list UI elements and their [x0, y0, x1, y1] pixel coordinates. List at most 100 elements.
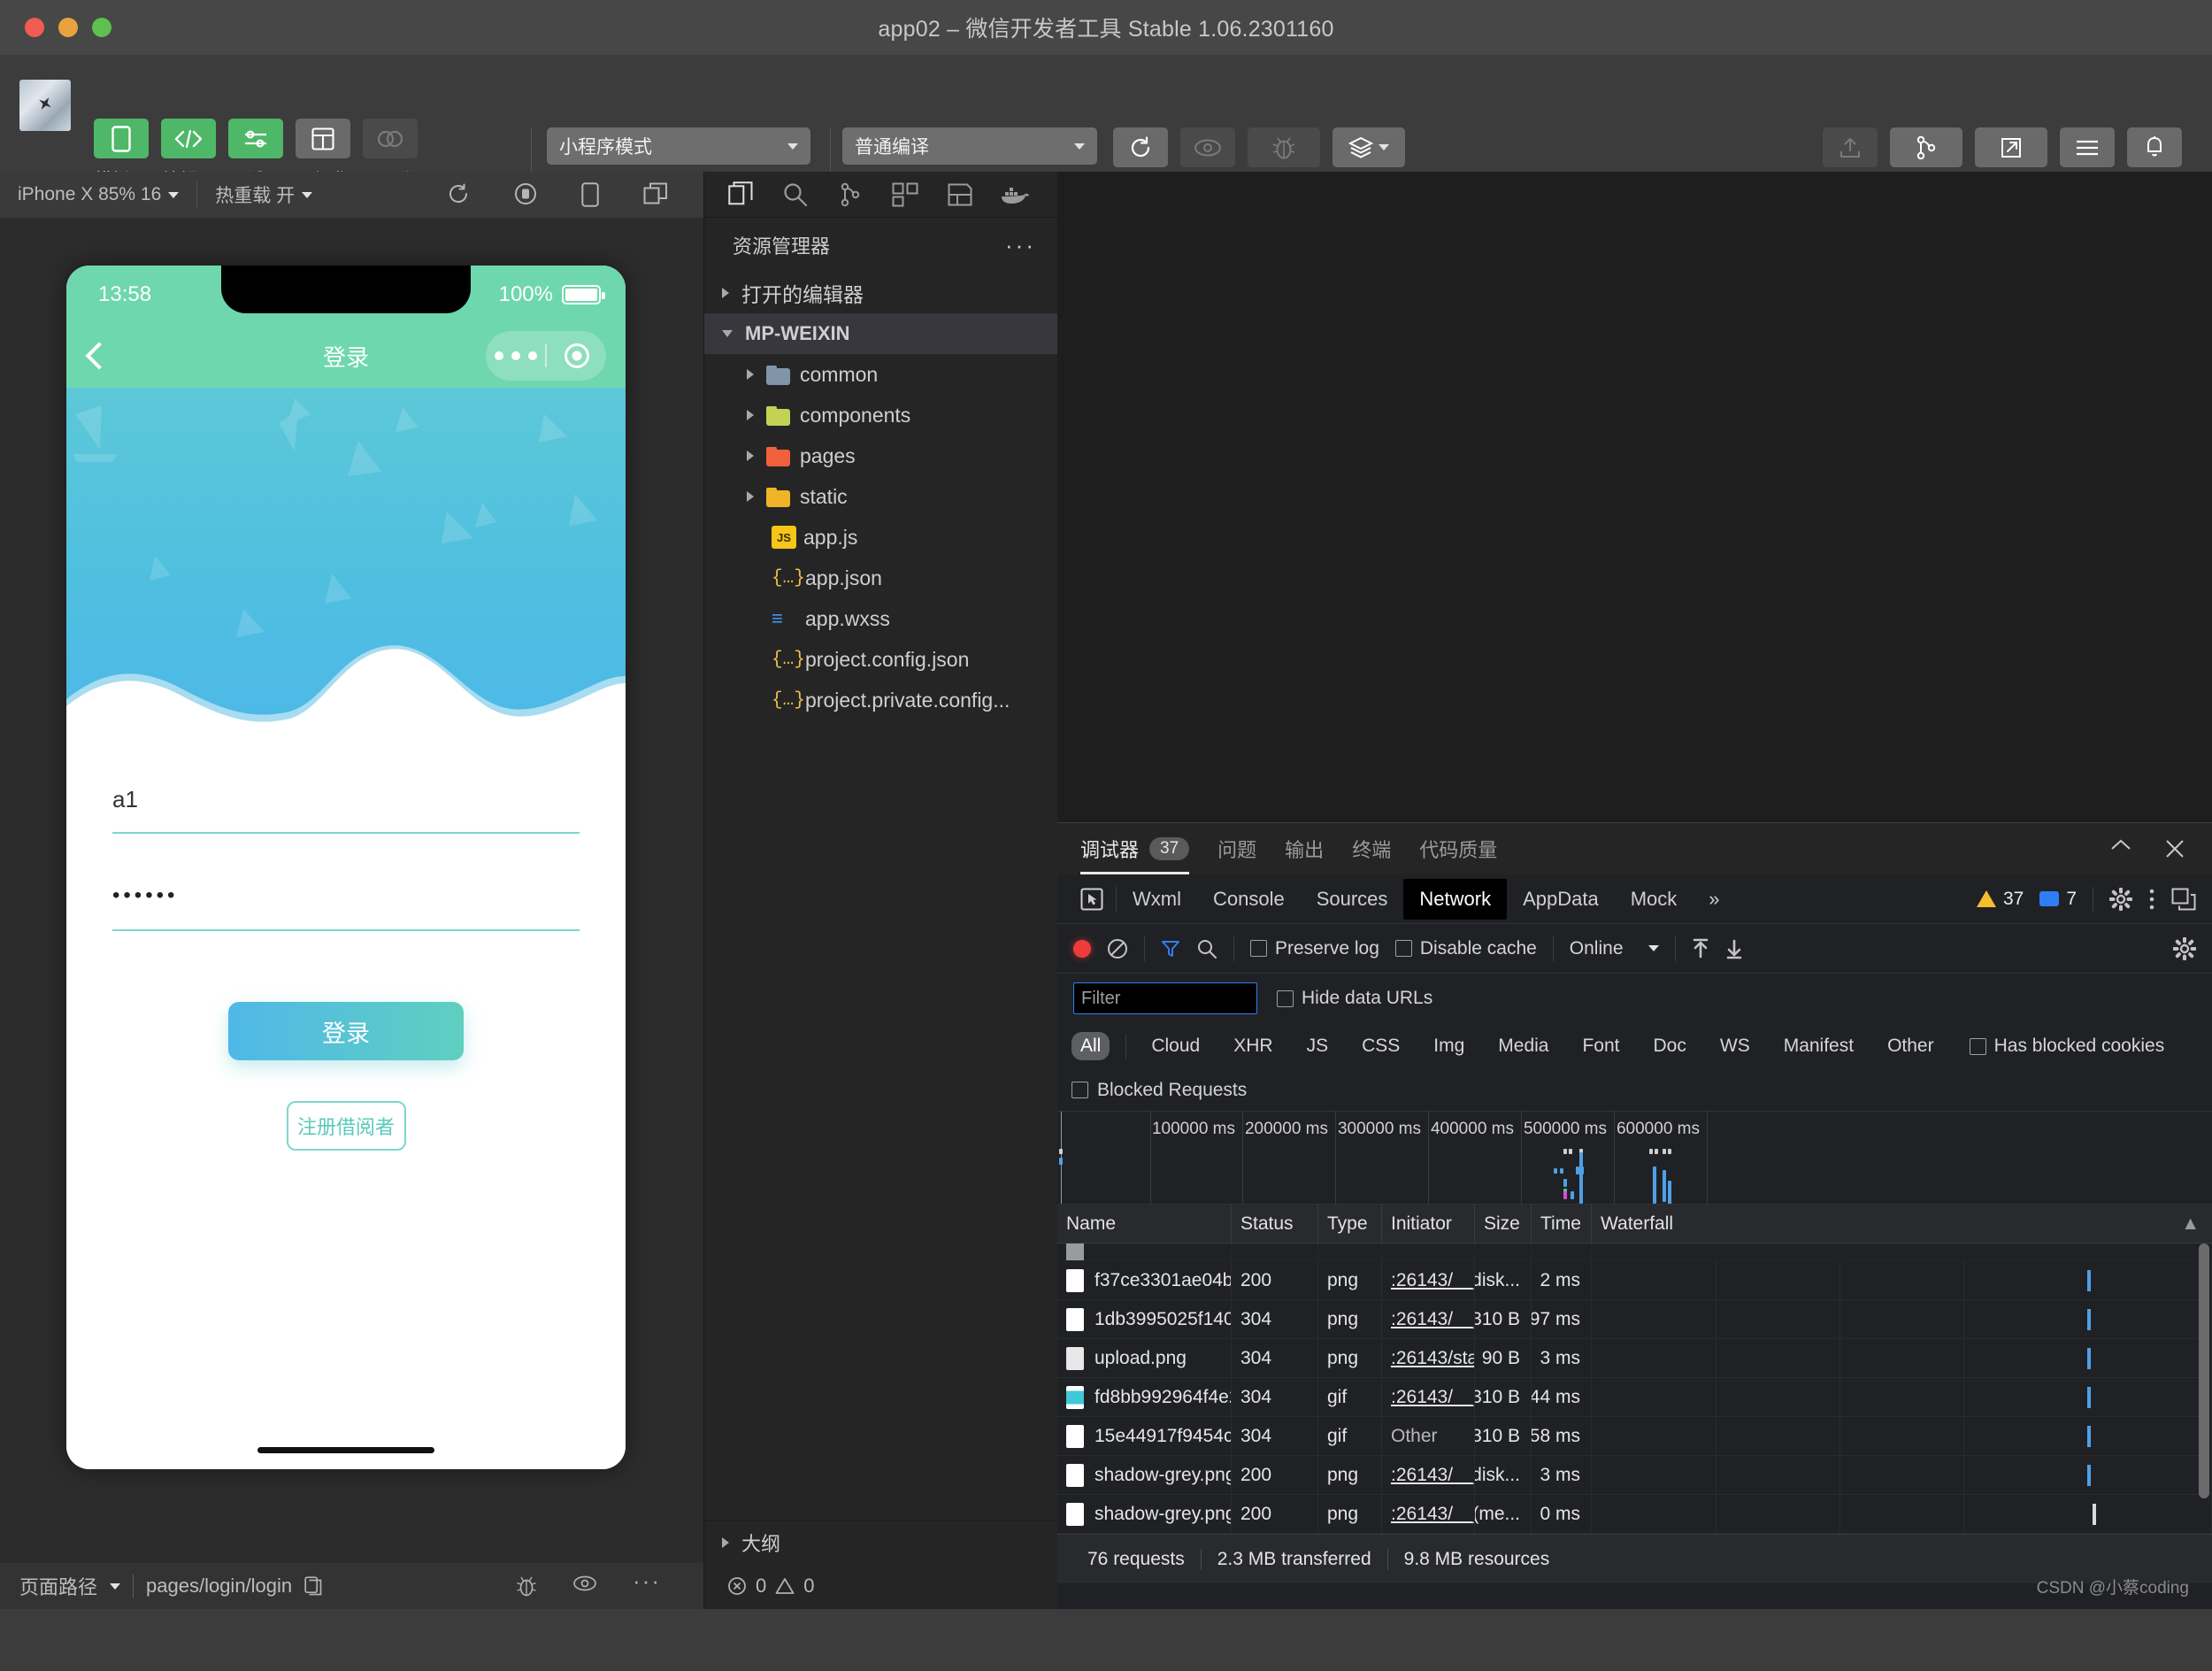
collapse-icon[interactable] [2109, 838, 2132, 859]
device-icon[interactable] [581, 182, 599, 207]
password-field[interactable]: •••••• [112, 834, 580, 931]
disable-cache-checkbox[interactable]: Disable cache [1394, 938, 1537, 959]
inspect-element-icon[interactable] [1068, 879, 1116, 920]
devtools-tab-wxml[interactable]: Wxml [1117, 879, 1197, 920]
type-filter-xhr[interactable]: XHR [1225, 1032, 1281, 1060]
table-row[interactable]: 15e44917f9454ced9a9... 304 gif Other 310… [1057, 1416, 2212, 1456]
register-button[interactable]: 注册借阅者 [286, 1101, 406, 1151]
warning-icon[interactable] [775, 1577, 795, 1595]
dock-icon[interactable] [2171, 888, 2196, 911]
request-initiator[interactable]: :26143/__p... [1391, 1465, 1474, 1486]
network-timeline-overview[interactable]: 100000 ms 200000 ms 300000 ms 400000 ms … [1057, 1112, 2212, 1205]
table-body[interactable]: f37ce3301ae04b20b8b... 200 png :26143/__… [1057, 1244, 2212, 1534]
file-row-static[interactable]: static [704, 476, 1057, 517]
record-icon[interactable] [514, 182, 537, 207]
file-row-app-json[interactable]: {…} app.json [704, 558, 1057, 598]
device-select[interactable]: iPhone X 85% 16 [0, 172, 196, 218]
warning-counter[interactable]: 37 [1976, 889, 2024, 910]
mode-select[interactable]: 小程序模式 [547, 127, 810, 165]
table-row[interactable]: fd8bb992964f4e2d844... 304 gif :26143/__… [1057, 1377, 2212, 1417]
preserve-log-checkbox[interactable]: Preserve log [1250, 938, 1379, 959]
column-header-type[interactable]: Type [1318, 1204, 1382, 1244]
clear-icon[interactable] [1107, 938, 1128, 959]
filter-input[interactable]: Filter [1073, 982, 1257, 1014]
username-field[interactable]: a1 [112, 736, 580, 834]
file-row-app-wxss[interactable]: ≡ app.wxss [704, 598, 1057, 639]
table-row[interactable]: shadow-grey.png 200 png :26143/__p... (d… [1057, 1455, 2212, 1495]
search-icon[interactable] [1196, 938, 1217, 959]
file-row-pages[interactable]: pages [704, 435, 1057, 476]
type-filter-cloud[interactable]: Cloud [1142, 1032, 1209, 1060]
tab-output[interactable]: 输出 [1285, 823, 1324, 874]
column-header-initiator[interactable]: Initiator [1382, 1204, 1475, 1244]
file-row-app-js[interactable]: JS app.js [704, 517, 1057, 558]
table-row[interactable]: shadow-grey.png 200 png :26143/__p... (m… [1057, 1494, 2212, 1534]
record-icon[interactable] [1073, 939, 1091, 958]
column-header-size[interactable]: Size [1475, 1204, 1532, 1244]
table-row[interactable]: f37ce3301ae04b20b8b... 200 png :26143/__… [1057, 1260, 2212, 1300]
blocked-requests-checkbox[interactable]: Blocked Requests [1057, 1069, 2212, 1112]
type-filter-media[interactable]: Media [1489, 1032, 1557, 1060]
filter-icon[interactable] [1161, 939, 1180, 959]
column-header-time[interactable]: Time [1532, 1204, 1592, 1244]
compile-select[interactable]: 普通编译 [842, 127, 1097, 165]
request-initiator[interactable]: :26143/__p... [1391, 1504, 1474, 1525]
type-filter-doc[interactable]: Doc [1645, 1032, 1695, 1060]
devtools-tab-more[interactable]: » [1693, 879, 1735, 920]
more-icon[interactable] [486, 351, 545, 360]
request-initiator[interactable]: Other [1391, 1426, 1438, 1447]
minimize-window-button[interactable] [58, 18, 78, 37]
windows-icon[interactable] [643, 182, 668, 207]
explorer-more-icon[interactable]: ··· [1005, 232, 1036, 259]
maximize-window-button[interactable] [92, 18, 111, 37]
type-filter-all[interactable]: All [1071, 1032, 1110, 1060]
tab-debugger[interactable]: 调试器 37 [1080, 823, 1190, 874]
error-icon[interactable] [727, 1576, 747, 1596]
explorer-section-open-editors[interactable]: 打开的编辑器 [704, 273, 1057, 313]
import-har-icon[interactable] [1692, 938, 1709, 959]
type-filter-other[interactable]: Other [1878, 1032, 1943, 1060]
layout-icon[interactable] [933, 172, 987, 218]
type-filter-ws[interactable]: WS [1711, 1032, 1759, 1060]
type-filter-img[interactable]: Img [1425, 1032, 1473, 1060]
export-har-icon[interactable] [1725, 938, 1743, 959]
search-icon[interactable] [768, 172, 823, 218]
tab-terminal[interactable]: 终端 [1352, 823, 1391, 874]
devtools-tab-console[interactable]: Console [1197, 879, 1301, 920]
request-initiator[interactable]: :26143/__p... [1391, 1387, 1474, 1408]
refresh-icon[interactable] [447, 182, 470, 207]
throttle-select[interactable]: Online [1570, 938, 1659, 959]
devtools-tab-mock[interactable]: Mock [1615, 879, 1694, 920]
tab-code-quality[interactable]: 代码质量 [1419, 823, 1497, 874]
column-header-waterfall[interactable]: Waterfall ▲ [1592, 1205, 2212, 1244]
table-scrollbar[interactable] [2199, 1244, 2209, 1498]
more-icon[interactable]: ··· [633, 1569, 661, 1598]
table-row-partial[interactable] [1057, 1244, 2212, 1261]
request-initiator[interactable]: :26143/__p... [1391, 1270, 1474, 1291]
chevron-down-icon[interactable] [110, 1582, 121, 1590]
docker-icon[interactable] [987, 172, 1042, 218]
explorer-section-project[interactable]: MP-WEIXIN [704, 313, 1057, 354]
files-icon[interactable] [713, 172, 768, 218]
eye-icon[interactable] [572, 1575, 597, 1598]
login-button[interactable]: 登录 [228, 1002, 464, 1060]
request-initiator[interactable]: :26143/__p... [1391, 1309, 1474, 1330]
tab-problems[interactable]: 问题 [1217, 823, 1256, 874]
type-filter-css[interactable]: CSS [1353, 1032, 1409, 1060]
explorer-outline-section[interactable]: 大纲 [704, 1521, 1058, 1563]
close-window-button[interactable] [25, 18, 44, 37]
request-initiator[interactable]: :26143/stat... [1391, 1348, 1474, 1369]
source-control-icon[interactable] [823, 172, 878, 218]
close-icon[interactable] [2164, 838, 2185, 859]
devtools-tab-sources[interactable]: Sources [1301, 879, 1404, 920]
kebab-icon[interactable] [2148, 888, 2155, 911]
network-settings-gear-icon[interactable] [2173, 936, 2212, 960]
devtools-tab-appdata[interactable]: AppData [1507, 879, 1615, 920]
file-row-common[interactable]: common [704, 354, 1057, 395]
back-icon[interactable] [85, 342, 113, 370]
file-row-components[interactable]: components [704, 395, 1057, 435]
type-filter-manifest[interactable]: Manifest [1775, 1032, 1863, 1060]
message-counter[interactable]: 7 [2039, 889, 2077, 910]
file-row-project-config[interactable]: {…} project.config.json [704, 639, 1057, 680]
type-filter-js[interactable]: JS [1298, 1032, 1338, 1060]
